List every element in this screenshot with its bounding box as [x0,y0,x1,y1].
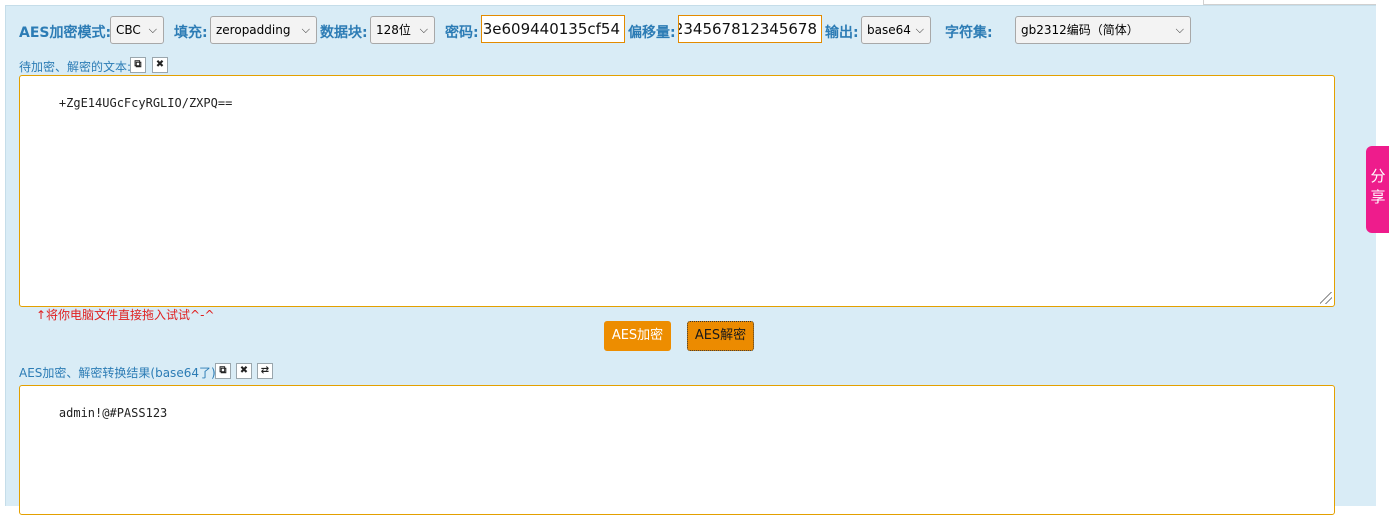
clear-icon[interactable]: ✖ [236,363,252,379]
input-text: +ZgE14UGcFcyRGLIO/ZXPQ== [58,96,233,110]
chevron-down-icon: ⌵ [301,23,310,36]
iv-input[interactable]: 1234567812345678 [678,15,822,43]
output-select-value: base64 [867,23,911,37]
key-label: 密码: [445,25,479,41]
aes-encrypt-button[interactable]: AES加密 [604,321,671,351]
padding-select[interactable]: zeropadding ⌵ [210,16,317,44]
chevron-down-icon: ⌵ [419,23,428,36]
share-tab[interactable]: 分享 [1366,146,1389,233]
block-label: 数据块: [320,25,368,41]
block-size-select[interactable]: 128位 ⌵ [370,16,435,44]
output-select[interactable]: base64 ⌵ [861,16,931,44]
swap-icon[interactable]: ⇄ [257,363,273,379]
charset-label: 字符集: [945,25,993,41]
drag-file-hint: ↑将你电脑文件直接拖入试试^-^ [36,308,215,322]
share-label: 分享 [1370,167,1386,206]
aes-tool-panel: AES加密模式: CBC ⌵ 填充: zeropadding ⌵ 数据块: 12… [5,5,1376,515]
chevron-down-icon: ⌵ [148,23,157,36]
mode-select[interactable]: CBC ⌵ [110,16,164,44]
input-label: 待加密、解密的文本: [19,60,132,74]
result-label: AES加密、解密转换结果(base64了): [19,366,220,380]
copy-icon[interactable]: ⧉ [215,363,231,379]
iv-label: 偏移量: [628,25,676,41]
charset-select-value: gb2312编码（简体） [1021,23,1139,37]
output-label: 输出: [825,25,859,41]
result-text: admin!@#PASS123 [58,406,168,420]
mode-select-value: CBC [116,23,141,37]
key-input[interactable]: 0123456789abc3e609440135cf54 [481,15,625,43]
mode-label: AES加密模式: [19,25,112,41]
padding-label: 填充: [174,25,208,41]
key-input-value: 0123456789abc3e609440135cf54 [482,20,620,38]
aes-decrypt-button[interactable]: AES解密 [687,321,754,351]
clear-icon[interactable]: ✖ [152,57,168,73]
chevron-down-icon: ⌵ [1175,23,1184,36]
copy-icon[interactable]: ⧉ [130,57,146,73]
block-size-select-value: 128位 [376,23,411,37]
charset-select[interactable]: gb2312编码（简体） ⌵ [1015,16,1191,44]
iv-input-value: 1234567812345678 [678,20,817,38]
result-textarea[interactable]: admin!@#PASS123 [19,385,1335,515]
resize-grip-icon[interactable] [1320,292,1332,304]
padding-select-value: zeropadding [216,23,291,37]
input-textarea[interactable]: +ZgE14UGcFcyRGLIO/ZXPQ== [19,75,1335,307]
chevron-down-icon: ⌵ [915,23,924,36]
